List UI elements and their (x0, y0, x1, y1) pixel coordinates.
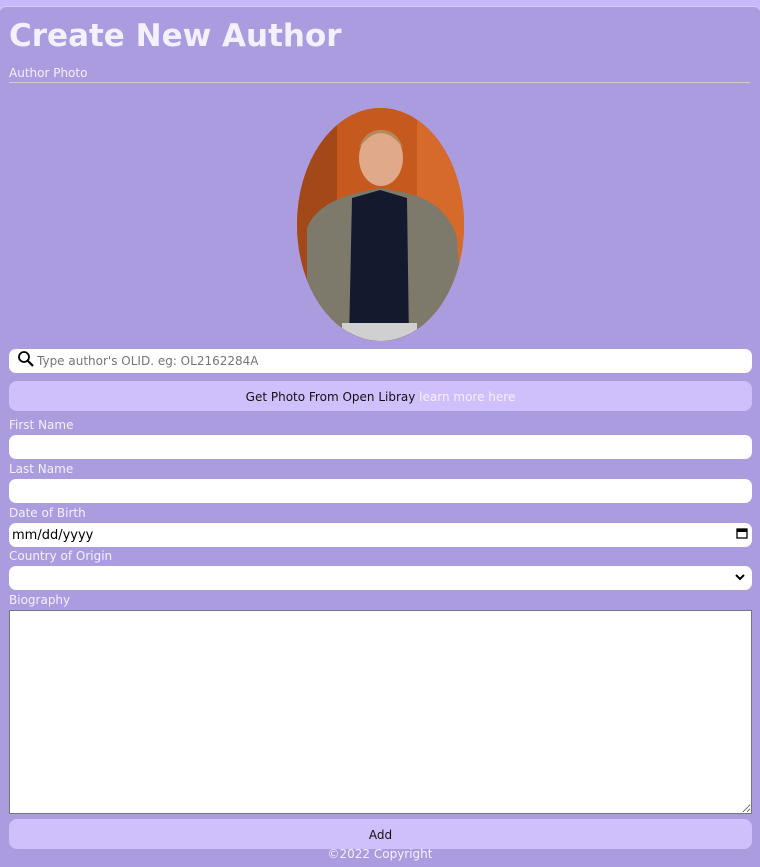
author-photo (297, 108, 464, 341)
dob-input[interactable]: mm/dd/yyyy (9, 523, 752, 547)
biography-label: Biography (9, 593, 71, 607)
author-photo-label: Author Photo (9, 66, 88, 80)
page-title: Create New Author (9, 18, 342, 54)
olid-input[interactable] (35, 353, 752, 369)
learn-more-link[interactable]: learn more here (419, 390, 515, 404)
country-label: Country of Origin (9, 549, 113, 563)
search-icon (17, 350, 35, 372)
get-photo-button[interactable]: Get Photo From Open Libray learn more he… (9, 381, 752, 411)
country-select[interactable] (9, 566, 752, 590)
chevron-down-icon (734, 571, 746, 586)
calendar-icon[interactable] (736, 527, 748, 543)
first-name-label: First Name (9, 418, 74, 432)
dob-placeholder: mm/dd/yyyy (12, 527, 94, 543)
divider (9, 82, 750, 83)
first-name-input[interactable] (9, 435, 752, 459)
last-name-label: Last Name (9, 462, 74, 476)
get-photo-label: Get Photo From Open Libray (245, 390, 416, 404)
copyright-footer: ©2022 Copyright (327, 847, 433, 861)
create-author-card: Create New Author Author Photo Get Photo… (0, 6, 760, 867)
add-button[interactable]: Add (9, 819, 752, 849)
olid-search-field[interactable] (9, 349, 752, 373)
dob-label: Date of Birth (9, 506, 86, 520)
biography-textarea[interactable] (9, 610, 752, 814)
last-name-input[interactable] (9, 479, 752, 503)
